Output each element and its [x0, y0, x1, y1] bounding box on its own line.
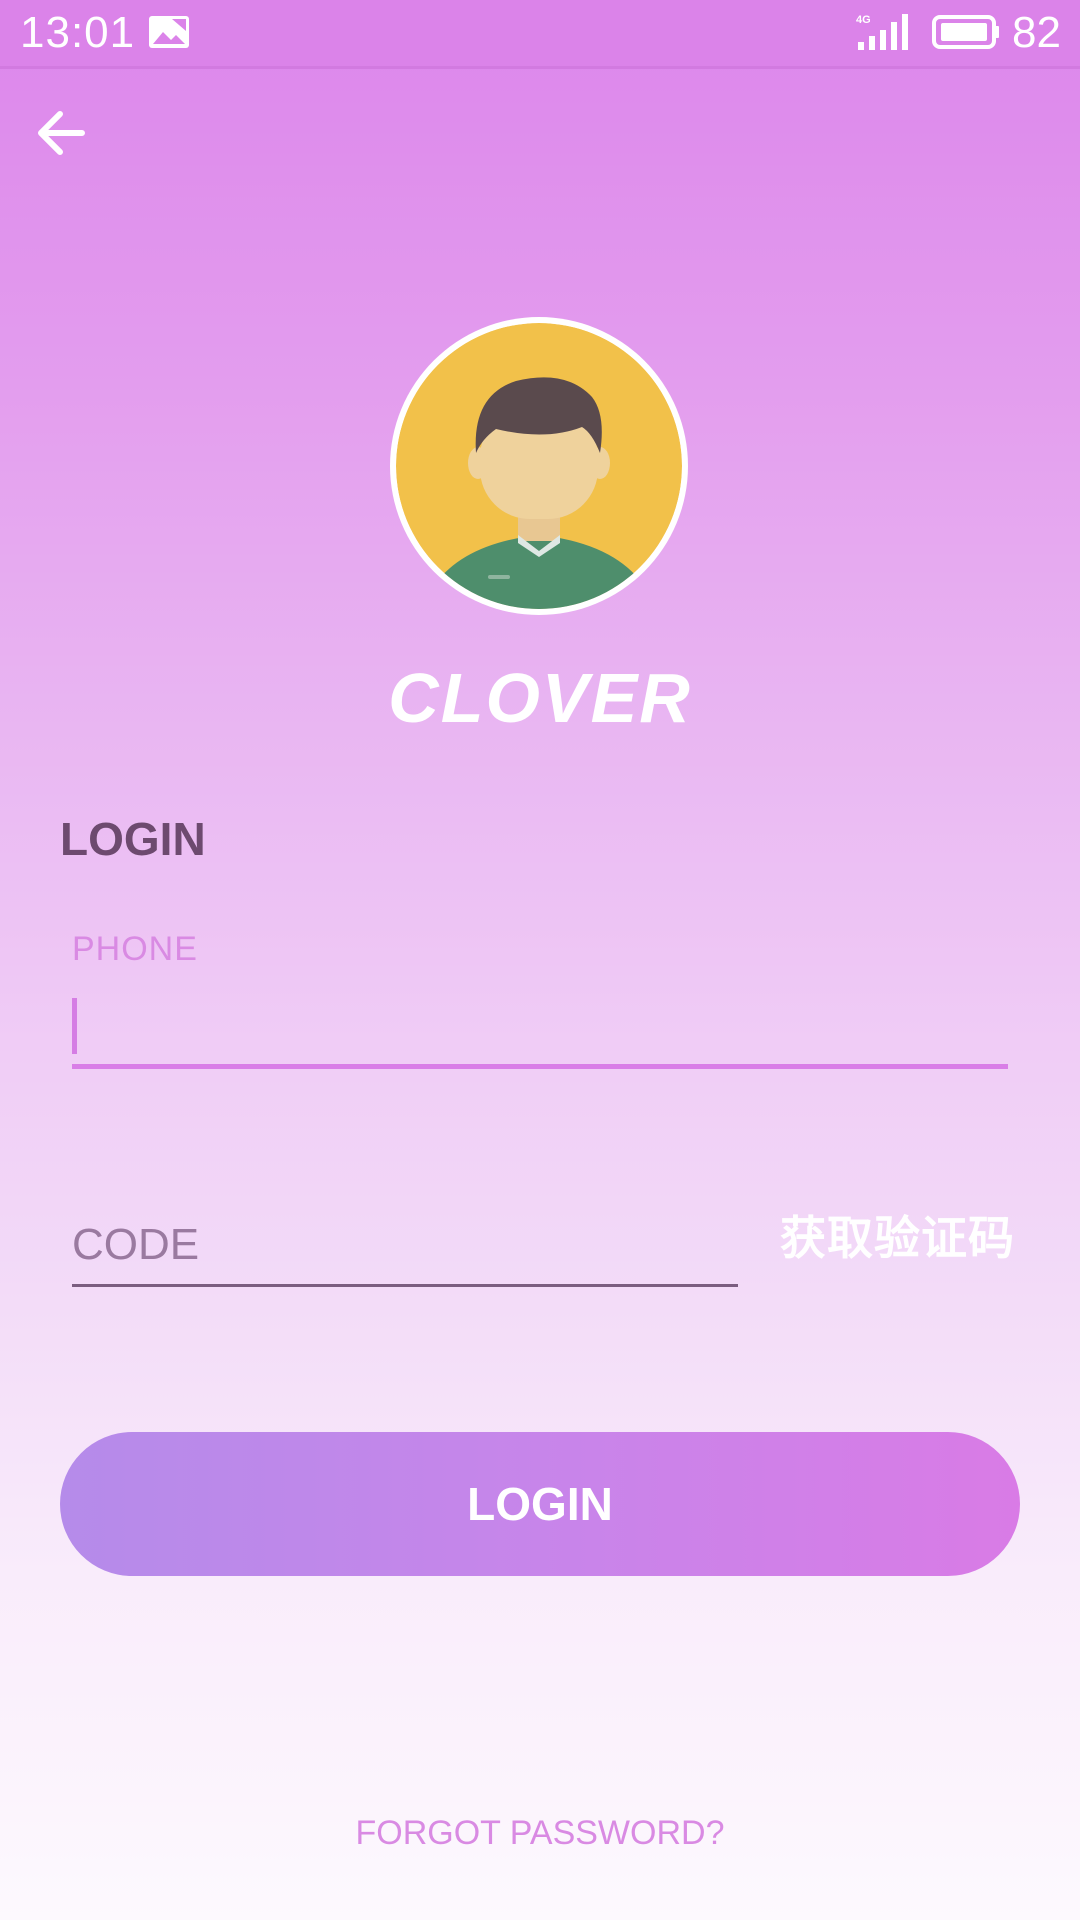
signal-icon: 4G [856, 14, 908, 50]
login-screen: 13:01 4G 82 CLOVER LOGIN PHONE CODE 获取验证… [0, 0, 1080, 1920]
phone-input[interactable] [72, 990, 1006, 1060]
get-code-button[interactable]: 获取验证码 [780, 1202, 1015, 1268]
network-type: 4G [856, 14, 871, 26]
image-icon [149, 16, 189, 48]
text-cursor [72, 998, 77, 1054]
battery-level: 82 [1012, 8, 1061, 57]
avatar [390, 317, 688, 615]
brand-title: CLOVER [388, 659, 692, 737]
login-button[interactable]: LOGIN [60, 1432, 1020, 1576]
back-button[interactable] [30, 100, 96, 166]
battery-icon [932, 15, 999, 49]
forgot-password-link[interactable]: FORGOT PASSWORD? [0, 1814, 1080, 1853]
arrow-left-icon [38, 111, 85, 155]
login-heading: LOGIN [60, 813, 206, 865]
user-avatar-icon [396, 323, 682, 609]
status-bar: 13:01 4G 82 [0, 0, 1080, 69]
phone-label: PHONE [72, 930, 198, 968]
status-time: 13:01 [20, 8, 136, 57]
code-underline [72, 1284, 738, 1287]
code-input[interactable] [72, 1215, 738, 1275]
phone-underline [72, 1064, 1008, 1069]
